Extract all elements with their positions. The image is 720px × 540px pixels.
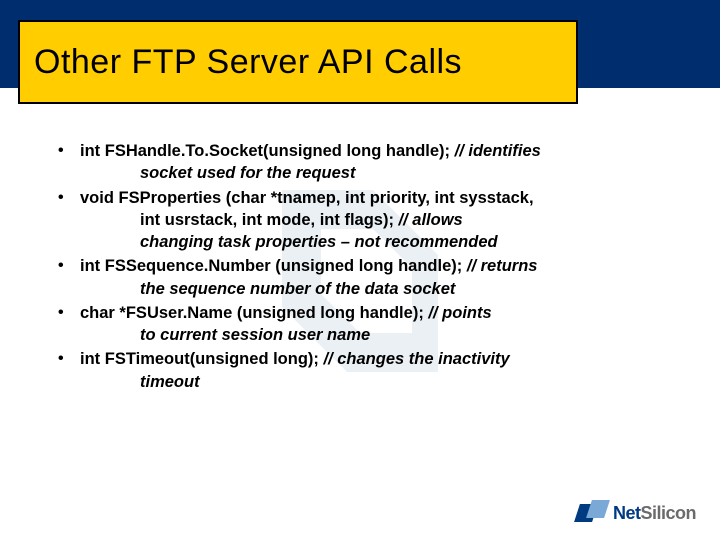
slide-title: Other FTP Server API Calls	[34, 43, 462, 82]
bullet-text: char *FSUser.Name (unsigned long handle)…	[80, 304, 428, 322]
bullet-comment: // changes the inactivity	[324, 350, 510, 368]
list-item: char *FSUser.Name (unsigned long handle)…	[50, 302, 680, 347]
bullet-text: int FSSequence.Number (unsigned long han…	[80, 257, 467, 275]
bullet-cont: to current session user name	[80, 324, 680, 346]
list-item: int FSTimeout(unsigned long); // changes…	[50, 348, 680, 393]
bullet-comment: // identifies	[455, 142, 541, 160]
list-item: int FSSequence.Number (unsigned long han…	[50, 255, 680, 300]
bullet-cont: socket used for the request	[80, 162, 680, 184]
bullet-text: int FSHandle.To.Socket(unsigned long han…	[80, 142, 455, 160]
logo-text: NetSilicon	[613, 503, 696, 524]
bullet-comment: // points	[428, 304, 491, 322]
bullet-cont: timeout	[80, 371, 680, 393]
title-box: Other FTP Server API Calls	[18, 20, 578, 104]
brand-part1: Net	[613, 503, 641, 523]
bullet-text-inner: int usrstack, int mode, int flags);	[140, 211, 399, 229]
bullet-cont: changing task properties – not recommend…	[80, 231, 680, 253]
bullet-cont: int usrstack, int mode, int flags); // a…	[80, 209, 680, 231]
bullet-list: int FSHandle.To.Socket(unsigned long han…	[50, 140, 680, 395]
bullet-text: int FSTimeout(unsigned long);	[80, 350, 324, 368]
list-item: int FSHandle.To.Socket(unsigned long han…	[50, 140, 680, 185]
bullet-text: void FSProperties (char *tnamep, int pri…	[80, 189, 534, 207]
logo-mark-icon	[577, 500, 607, 526]
bullet-comment: // allows	[399, 211, 463, 229]
brand-part2: Silicon	[640, 503, 696, 523]
bullet-comment: // returns	[467, 257, 538, 275]
footer-logo: NetSilicon	[577, 500, 696, 526]
bullet-cont: the sequence number of the data socket	[80, 278, 680, 300]
list-item: void FSProperties (char *tnamep, int pri…	[50, 187, 680, 254]
